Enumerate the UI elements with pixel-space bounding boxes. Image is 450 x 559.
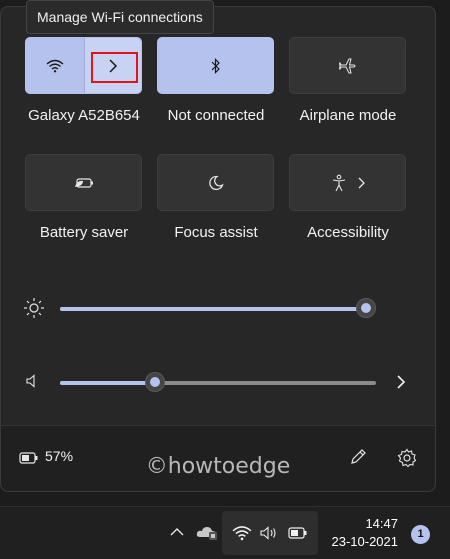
- wifi-icon: [232, 526, 252, 541]
- watermark: ©howtoedge: [145, 454, 291, 479]
- chevron-up-icon[interactable]: [170, 527, 184, 537]
- bluetooth-icon: [211, 57, 220, 74]
- volume-slider[interactable]: [23, 367, 423, 397]
- airplane-mode-label: Airplane mode: [299, 107, 397, 124]
- taskbar: 14:47 23-10-2021 1: [0, 506, 450, 559]
- brightness-slider[interactable]: [23, 293, 423, 323]
- volume-thumb[interactable]: [144, 372, 165, 392]
- accessibility-icon: [332, 174, 345, 191]
- volume-fill: [60, 381, 155, 385]
- quick-settings-panel: Galaxy A52B654 Not connected Airplane mo…: [0, 6, 436, 492]
- clock-date: 23-10-2021: [331, 534, 399, 549]
- focus-assist-label: Focus assist: [174, 224, 258, 241]
- manage-wifi-tooltip: Manage Wi-Fi connections: [26, 0, 214, 34]
- speaker-icon: [26, 374, 35, 388]
- highlight-box: [91, 52, 138, 83]
- desktop: Galaxy A52B654 Not connected Airplane mo…: [0, 0, 450, 559]
- bluetooth-tile[interactable]: [157, 37, 274, 94]
- onedrive-icon[interactable]: [195, 523, 219, 541]
- speaker-icon: [260, 526, 276, 540]
- wifi-icon: [46, 59, 64, 72]
- accessibility-tile[interactable]: [289, 154, 406, 211]
- notification-badge[interactable]: 1: [411, 525, 430, 544]
- battery-saver-label: Battery saver: [39, 224, 129, 241]
- wifi-toggle[interactable]: [26, 38, 84, 93]
- airplane-mode-tile[interactable]: [289, 37, 406, 94]
- sun-icon: [24, 298, 44, 318]
- system-tray-group[interactable]: [222, 511, 318, 555]
- battery-saver-tile[interactable]: [25, 154, 142, 211]
- brightness-fill: [60, 307, 366, 311]
- chevron-right-icon: [358, 177, 365, 188]
- wifi-tile-label: Galaxy A52B654: [28, 107, 140, 124]
- accessibility-label: Accessibility: [307, 224, 389, 241]
- airplane-icon: [338, 58, 355, 73]
- focus-assist-tile[interactable]: [157, 154, 274, 211]
- taskbar-clock[interactable]: 14:47 23-10-2021: [330, 515, 399, 551]
- chevron-right-icon[interactable]: [396, 375, 406, 389]
- battery-icon: [288, 527, 307, 539]
- battery-saver-icon: [74, 177, 93, 188]
- brightness-thumb[interactable]: [356, 298, 376, 318]
- wifi-tile[interactable]: [25, 37, 142, 94]
- bluetooth-tile-label: Not connected: [167, 107, 265, 124]
- moon-icon: [208, 175, 224, 190]
- clock-time: 14:47: [365, 516, 398, 531]
